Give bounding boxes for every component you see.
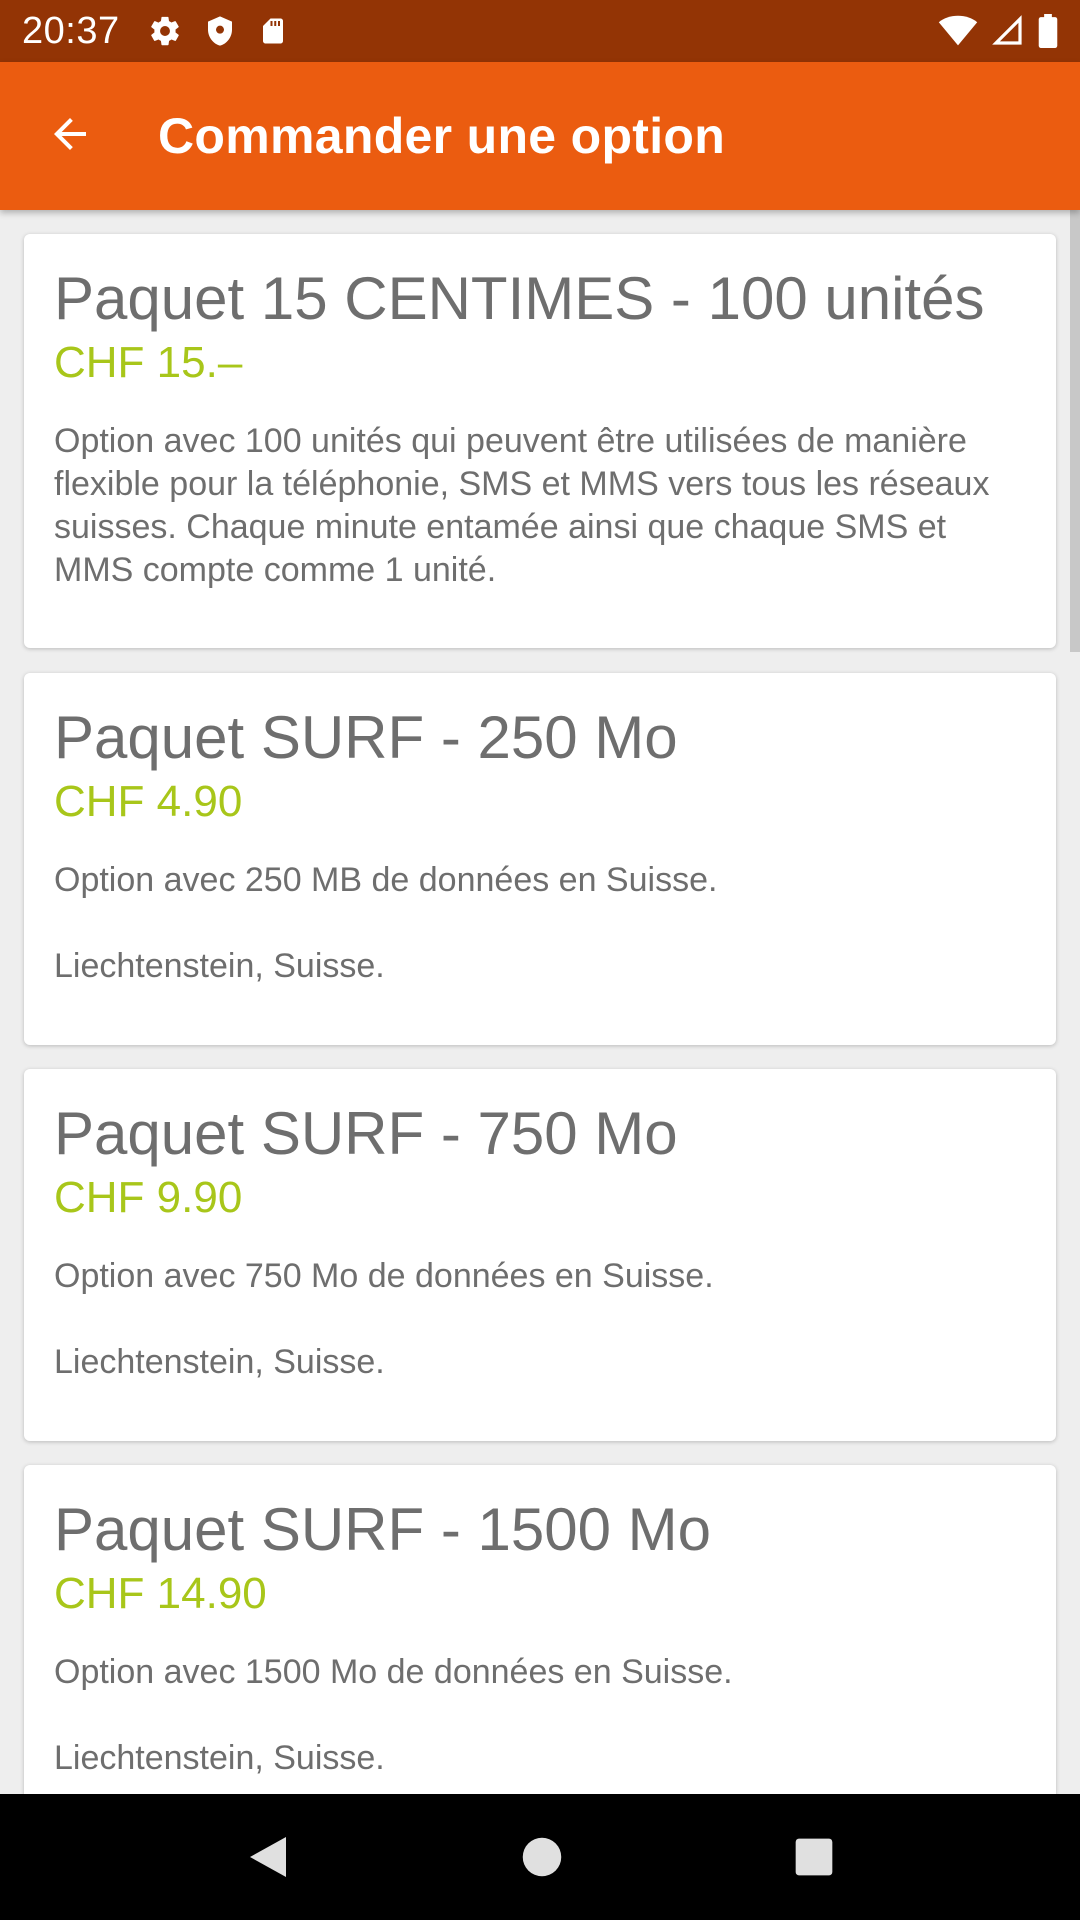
option-title: Paquet SURF - 1500 Mo [54,1496,711,1563]
option-price: CHF 4.90 [54,777,243,826]
option-card[interactable]: Paquet SURF - 250 Mo CHF 4.90 Option ave… [24,673,1056,1045]
option-note: Liechtenstein, Suisse. [54,947,385,985]
back-button[interactable] [0,62,140,210]
option-card[interactable]: Paquet 15 CENTIMES - 100 unités CHF 15.–… [24,234,1056,648]
cellular-signal-icon [992,15,1024,47]
option-price: CHF 9.90 [54,1173,243,1222]
option-price: CHF 14.90 [54,1569,267,1618]
option-description: Option avec 100 unités qui peuvent être … [54,422,990,589]
scrollbar[interactable] [1070,210,1080,652]
option-note: Liechtenstein, Suisse. [54,1739,385,1777]
status-bar: 20:37 [0,0,1080,62]
shield-icon [204,14,236,48]
wifi-icon [938,15,978,47]
options-list[interactable]: Paquet 15 CENTIMES - 100 unités CHF 15.–… [0,210,1080,1794]
option-price: CHF 15.– [54,338,243,387]
option-description: Option avec 1500 Mo de données en Suisse… [54,1653,733,1691]
sd-card-icon [258,14,288,48]
option-description: Option avec 750 Mo de données en Suisse. [54,1257,714,1295]
status-notification-icons [148,14,288,48]
navigation-bar [0,1794,1080,1920]
nav-home-icon[interactable] [521,1836,563,1878]
nav-back-icon[interactable] [246,1833,290,1881]
arrow-back-icon [46,110,94,163]
option-description: Option avec 250 MB de données en Suisse. [54,861,718,899]
option-title: Paquet 15 CENTIMES - 100 unités [54,265,985,332]
settings-icon [148,14,182,48]
option-card[interactable]: Paquet SURF - 1500 Mo CHF 14.90 Option a… [24,1465,1056,1794]
battery-icon [1038,14,1058,48]
nav-recents-icon[interactable] [794,1837,834,1877]
status-time: 20:37 [22,9,120,52]
status-system-icons [938,14,1058,48]
option-note: Liechtenstein, Suisse. [54,1343,385,1381]
page-title: Commander une option [158,108,726,164]
option-title: Paquet SURF - 250 Mo [54,704,678,771]
option-title: Paquet SURF - 750 Mo [54,1100,678,1167]
app-bar: Commander une option [0,62,1080,210]
option-card[interactable]: Paquet SURF - 750 Mo CHF 9.90 Option ave… [24,1069,1056,1441]
